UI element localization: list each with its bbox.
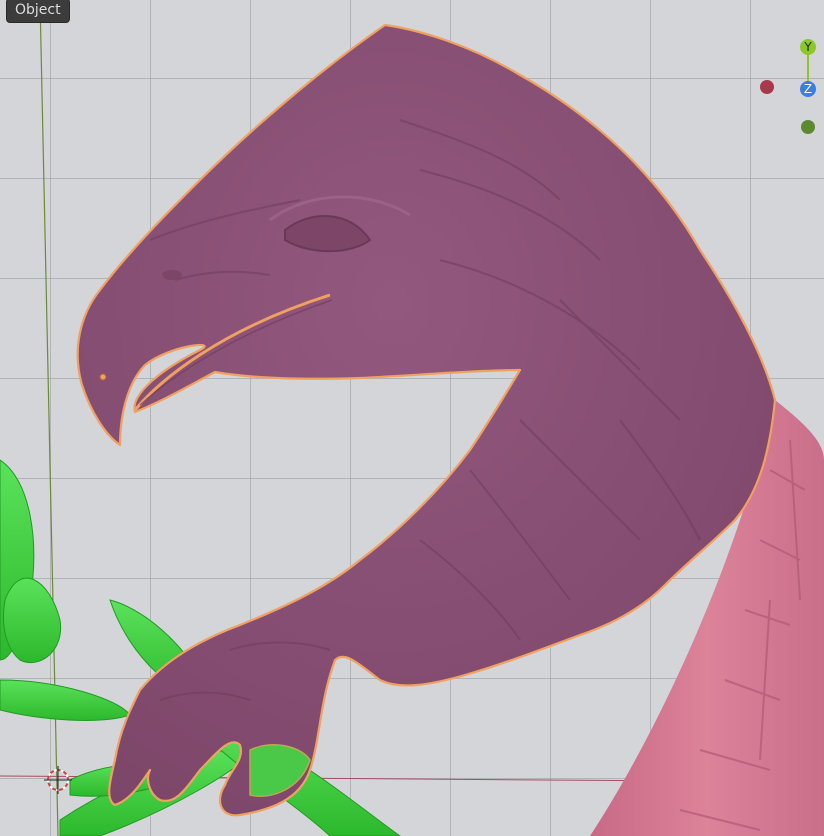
3d-cursor-icon bbox=[44, 766, 72, 794]
gizmo-neg-y-button[interactable] bbox=[801, 120, 815, 134]
3d-viewport[interactable]: Object Y Z bbox=[0, 0, 824, 836]
scene-canvas bbox=[0, 0, 824, 836]
origin-point bbox=[99, 373, 107, 381]
gizmo-z-button[interactable]: Z bbox=[800, 81, 816, 97]
gizmo-y-axis-line bbox=[807, 54, 809, 84]
object-mode-button[interactable]: Object bbox=[6, 0, 70, 23]
gizmo-x-button[interactable] bbox=[760, 80, 774, 94]
gizmo-y-button[interactable]: Y bbox=[800, 39, 816, 55]
eagle-nostril bbox=[162, 270, 182, 280]
